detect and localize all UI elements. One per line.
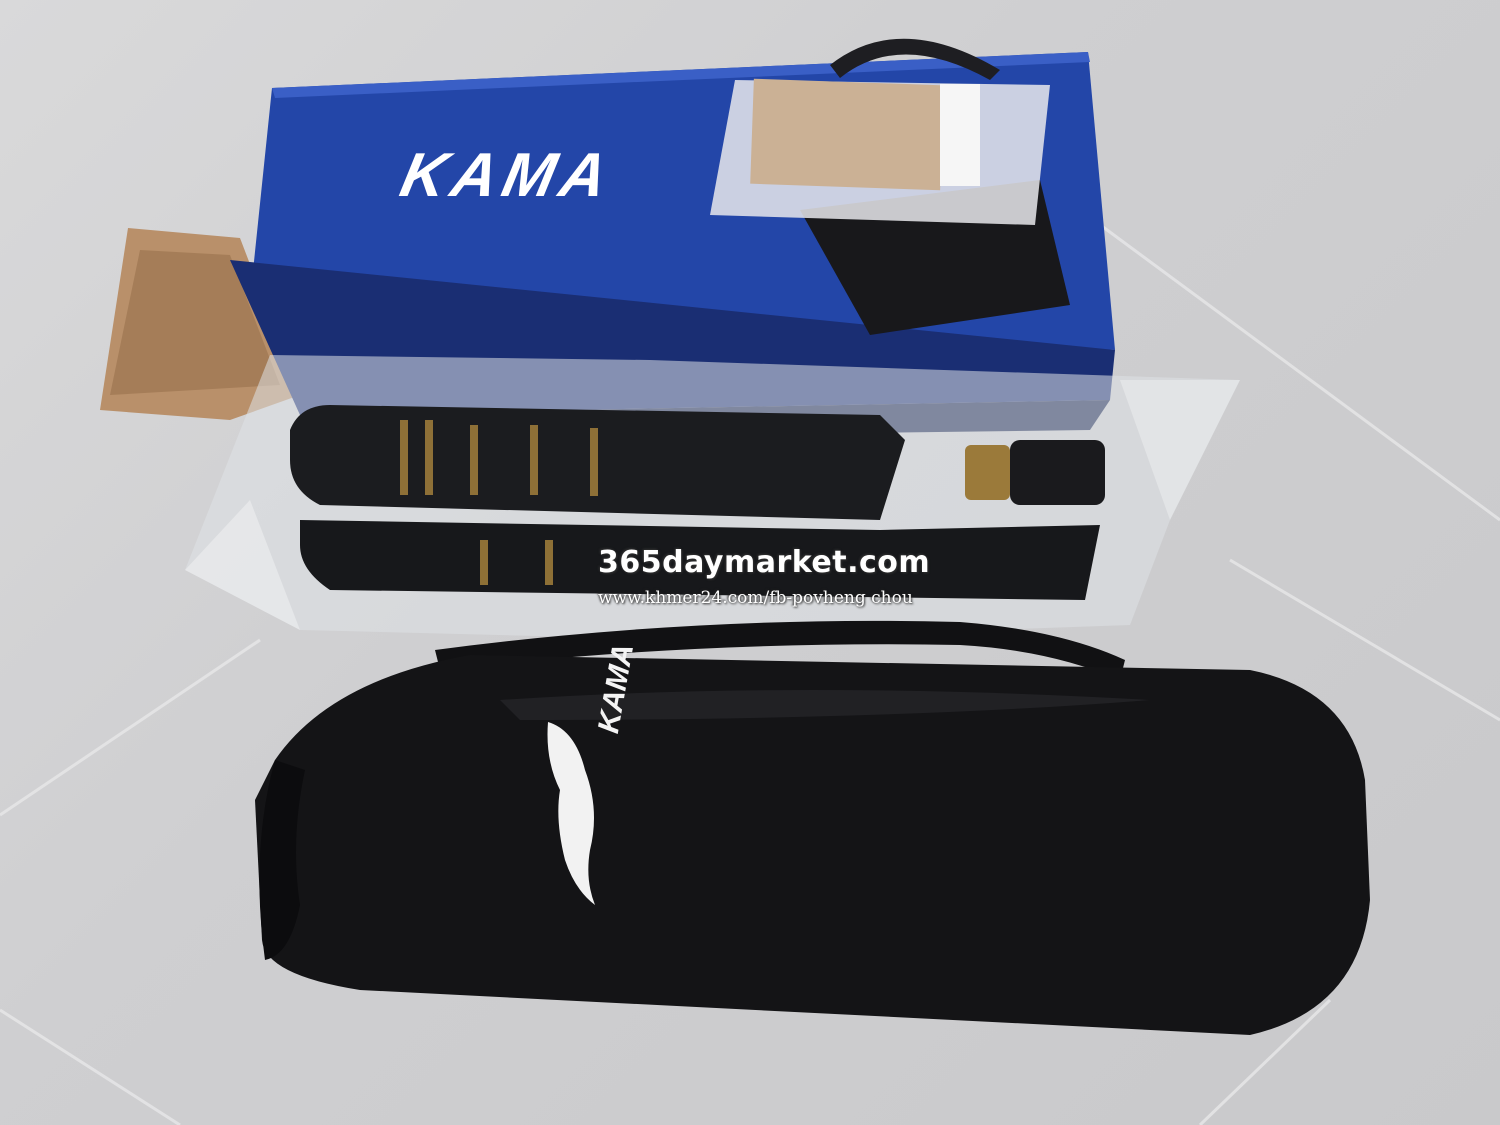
watermark-sub: www.khmer24.com/fb-povheng chou xyxy=(598,588,913,608)
watermark-main: 365daymarket.com xyxy=(598,545,931,580)
box-brand-logo: KAMA xyxy=(394,141,620,210)
certificate-paper xyxy=(940,84,980,186)
certificate-card xyxy=(750,78,944,191)
